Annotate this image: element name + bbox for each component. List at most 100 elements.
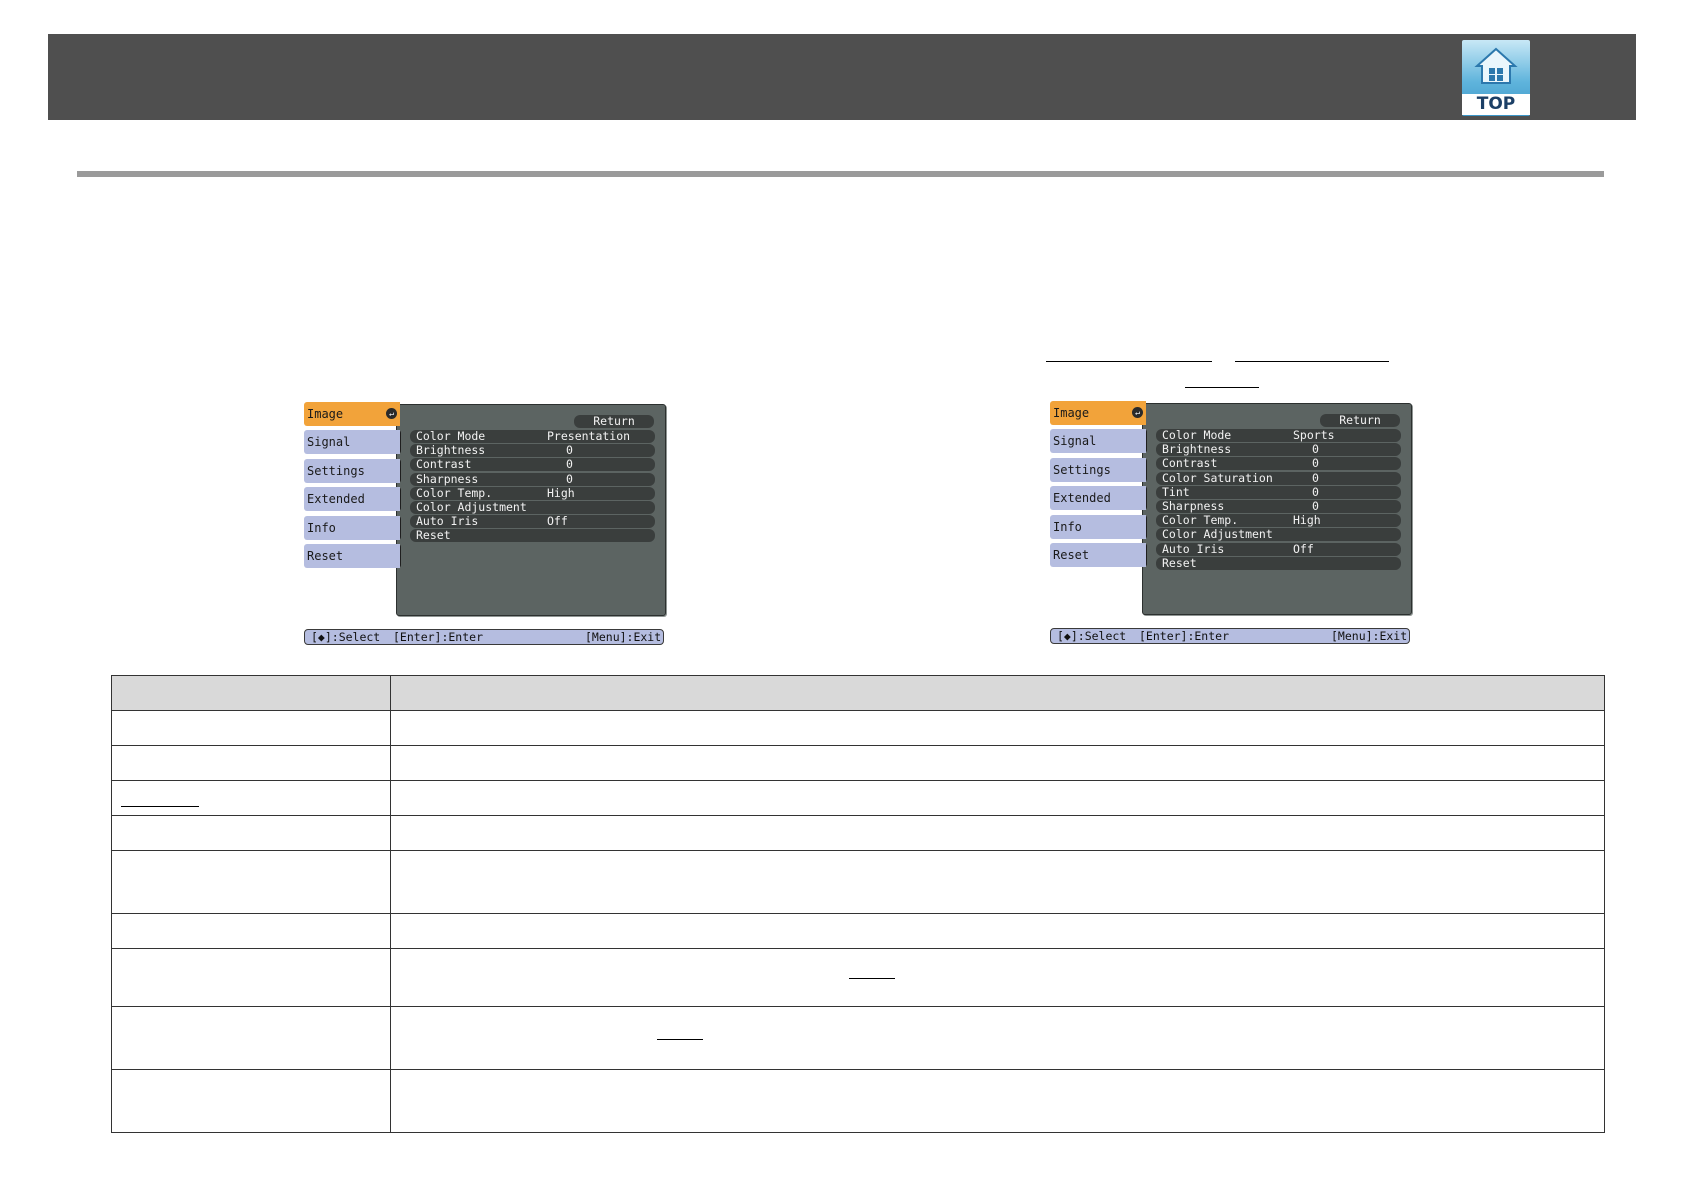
table-cell [111,745,391,781]
osd-menu-item[interactable]: Contrast 0 [410,458,655,472]
table-row [111,780,1606,816]
osd-menu-item[interactable]: Auto Iris Off [1156,541,1401,556]
osd-tab-label: Extended [1053,491,1111,506]
osd-item-label: Reset [416,528,451,543]
osd-item-value: Off [1293,541,1314,556]
osd-menu-item[interactable]: Color Temp. High [410,485,655,500]
table-cell [389,850,1606,914]
osd-tab-settings[interactable]: Settings [304,458,400,483]
osd-tab-extended[interactable]: Extended [1050,486,1146,511]
osd-tab-signal[interactable]: Signal [304,430,400,455]
osd-item-label: Color Temp. [416,485,493,500]
osd-menu-item[interactable]: Tint 0 [1156,484,1401,499]
osd-menu-item[interactable]: Color Adjustment [410,501,655,514]
osd-item-label: Auto Iris [416,514,479,529]
table-header-cell [111,675,391,711]
house-icon [1474,47,1518,84]
footer-enter: [Enter]:Enter [1139,629,1230,643]
table-row [111,745,1606,781]
osd-menu-item[interactable]: Auto Iris Off [410,514,655,529]
osd-menu-item[interactable]: Brightness 0 [410,443,655,458]
table-row [111,815,1606,851]
table-cell [389,1006,1606,1070]
osd-menu-item[interactable]: Reset [1156,555,1401,570]
osd-item-value: 0 [566,471,573,486]
footer-select: [◆]:Select [1057,629,1127,643]
osd-tab-label: Settings [307,463,365,478]
osd-item-label: Color Mode [416,429,486,443]
osd-menu-item[interactable]: Contrast 0 [1156,456,1401,471]
table-cell [111,1069,391,1133]
link-underline[interactable] [1235,361,1389,362]
osd-item-label: Contrast [1162,456,1218,471]
osd-tab-label: Reset [307,549,344,563]
osd-tab-label: Image [1053,406,1090,420]
table-cell [111,710,391,746]
link-underline[interactable] [121,805,199,807]
return-item: Return [1320,414,1400,427]
menu-footer: [◆]:Select [Enter]:Enter [Menu]:Exit [304,629,664,645]
osd-item-label: Auto Iris [1162,541,1225,556]
table-cell [111,948,391,1007]
osd-item-label: Brightness [416,443,486,458]
osd-item-value: 0 [1312,470,1319,485]
table-header-cell [389,675,1606,711]
osd-tab-info[interactable]: Info [1050,514,1146,539]
osd-item-value: 0 [1312,442,1319,457]
osd-menu-item[interactable]: Brightness 0 [1156,442,1401,457]
osd-menu-item[interactable]: Sharpness 0 [1156,500,1401,513]
osd-item-value: High [1293,513,1321,528]
osd-item-value: 0 [1312,456,1319,471]
table-cell [389,780,1606,816]
osd-tab-signal[interactable]: Signal [1050,429,1146,454]
osd-tab-settings[interactable]: Settings [1050,457,1146,482]
osd-tab-label: Image [307,407,344,421]
osd-item-label: Brightness [1162,442,1232,457]
osd-menu-item[interactable]: Color Temp. High [1156,513,1401,528]
table-cell [111,913,391,949]
table-header-row [111,675,1606,711]
osd-menu-item[interactable]: Reset [410,528,655,543]
table-row [111,948,1606,1007]
osd-item-value: 0 [566,443,573,458]
link-underline[interactable] [656,1038,703,1040]
osd-tab-reset[interactable]: Reset [1050,543,1146,567]
footer-select: [◆]:Select [311,630,381,644]
osd-menu-item[interactable]: Color Mode Presentation [410,430,655,443]
osd-menu-item[interactable]: Color Mode Sports [1156,429,1401,442]
table-row [111,1069,1606,1133]
osd-tab-extended[interactable]: Extended [304,487,400,512]
menu-screenshot-left: Return Image ↵ Signal Settings Extended Info R… [304,402,666,646]
osd-menu-item[interactable]: Color Adjustment [1156,528,1401,542]
settings-table [111,675,1606,1133]
table-cell [389,1069,1606,1133]
table-cell [389,948,1606,1007]
osd-item-label: Tint [1162,484,1190,499]
osd-tab-image[interactable]: Image ↵ [304,402,400,426]
footer-exit: [Menu]:Exit [1331,629,1408,643]
link-underline[interactable] [848,978,895,979]
osd-menu-item[interactable]: Color Saturation 0 [1156,470,1401,485]
osd-item-label: Sharpness [1162,499,1225,513]
osd-tab-label: Signal [1053,434,1097,449]
top-button[interactable]: TOP [1462,40,1530,116]
link-underline[interactable] [1185,387,1259,388]
table-cell [389,710,1606,746]
osd-tab-label: Signal [307,435,351,450]
table-row [111,1006,1606,1070]
osd-item-label: Color Adjustment [416,500,527,514]
osd-tab-label: Extended [307,492,365,507]
link-underline[interactable] [1046,361,1212,362]
osd-item-value: Off [547,514,568,529]
osd-item-label: Reset [1162,555,1197,570]
osd-item-value: 0 [1312,484,1319,499]
enter-icon: ↵ [386,408,397,419]
table-cell [111,1006,391,1070]
osd-tab-image[interactable]: Image ↵ [1050,401,1146,425]
osd-item-label: Color Saturation [1162,470,1273,485]
return-item: Return [574,415,654,428]
osd-tab-info[interactable]: Info [304,515,400,540]
osd-item-value: High [547,485,575,500]
osd-menu-item[interactable]: Sharpness 0 [410,471,655,486]
osd-tab-reset[interactable]: Reset [304,544,400,568]
